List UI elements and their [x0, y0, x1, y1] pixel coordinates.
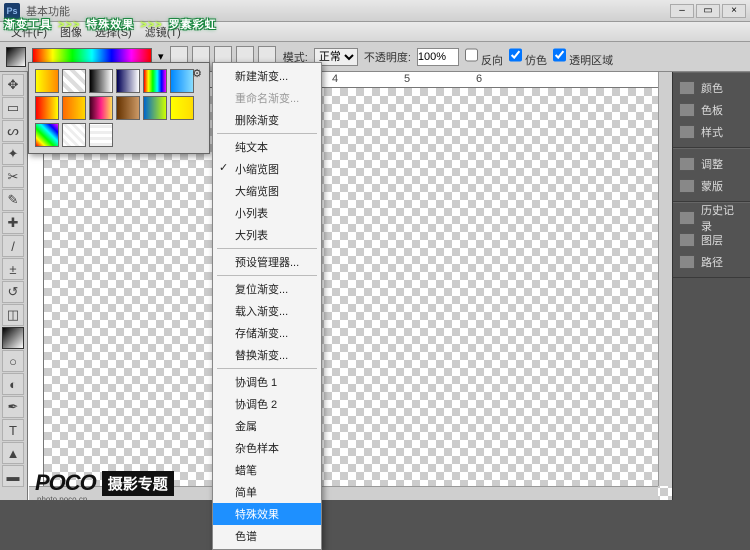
poco-logo: POCO: [35, 470, 96, 496]
gradient-swatch[interactable]: [116, 69, 140, 93]
blur-tool[interactable]: ○: [2, 350, 24, 372]
gradient-swatch[interactable]: [62, 96, 86, 120]
move-tool[interactable]: ✥: [2, 74, 24, 96]
gradient-swatch[interactable]: [170, 96, 194, 120]
gradient-swatch[interactable]: [143, 96, 167, 120]
eyedropper-tool[interactable]: ✎: [2, 189, 24, 211]
lasso-tool[interactable]: ᔕ: [2, 120, 24, 142]
type-tool[interactable]: T: [2, 419, 24, 441]
reverse-checkbox[interactable]: 反向: [465, 46, 503, 68]
gradient-swatch[interactable]: [143, 69, 167, 93]
menu-item: 重命名渐变...: [213, 87, 321, 109]
gradient-picker-panel: ⚙: [28, 62, 210, 154]
menu-item[interactable]: 色谱: [213, 525, 321, 547]
transparency-checkbox[interactable]: 透明区域: [553, 46, 613, 68]
menu-item[interactable]: 复位渐变...: [213, 278, 321, 300]
panel-masks[interactable]: 蒙版: [673, 175, 750, 197]
brush-tool[interactable]: /: [2, 235, 24, 257]
panel-color[interactable]: 颜色: [673, 77, 750, 99]
dodge-tool[interactable]: ◐: [2, 373, 24, 395]
gradient-swatch[interactable]: [35, 69, 59, 93]
window-max-button[interactable]: ▭: [696, 4, 720, 18]
gear-icon[interactable]: ⚙: [189, 67, 205, 83]
active-tool-indicator: [6, 47, 26, 67]
path-select-tool[interactable]: ▲: [2, 442, 24, 464]
gradient-tool[interactable]: [2, 327, 24, 349]
shape-tool[interactable]: ▬: [2, 465, 24, 487]
gradient-flyout-menu: 新建渐变...重命名渐变...删除渐变纯文本小缩览图大缩览图小列表大列表预设管理…: [212, 62, 322, 550]
tutorial-breadcrumb: 渐变工具>>>特殊效果>>>罗素彩虹: [4, 4, 217, 35]
menu-item[interactable]: 小缩览图: [213, 158, 321, 180]
menu-separator: [217, 248, 317, 249]
layers-icon: [679, 233, 695, 247]
menu-item[interactable]: 替换渐变...: [213, 344, 321, 366]
scrollbar-vertical[interactable]: [658, 72, 672, 486]
gradient-swatch[interactable]: [62, 69, 86, 93]
gradient-swatch[interactable]: [35, 96, 59, 120]
gradient-swatch[interactable]: [89, 123, 113, 147]
gradient-swatch[interactable]: [89, 69, 113, 93]
menu-item[interactable]: 大列表: [213, 224, 321, 246]
gradient-swatch[interactable]: [89, 96, 113, 120]
panel-styles[interactable]: 样式: [673, 121, 750, 143]
styles-icon: [679, 125, 695, 139]
menu-item[interactable]: 删除渐变: [213, 109, 321, 131]
crop-tool[interactable]: ✂: [2, 166, 24, 188]
adjust-icon: [679, 157, 695, 171]
panel-paths[interactable]: 路径: [673, 251, 750, 273]
history-brush-tool[interactable]: ↺: [2, 281, 24, 303]
menu-separator: [217, 133, 317, 134]
poco-cn-label: 摄影专题: [102, 471, 174, 496]
gradient-swatch-grid: [29, 63, 209, 153]
menu-separator: [217, 368, 317, 369]
eraser-tool[interactable]: ◫: [2, 304, 24, 326]
palette-icon: [679, 81, 695, 95]
menu-separator: [217, 275, 317, 276]
watermark: POCO 摄影专题 photo.poco.cn: [35, 470, 174, 496]
window-min-button[interactable]: –: [670, 4, 694, 18]
opacity-input[interactable]: [417, 48, 459, 66]
menu-item[interactable]: 预设管理器...: [213, 251, 321, 273]
menu-item[interactable]: 新建渐变...: [213, 65, 321, 87]
menu-item[interactable]: 协调色 2: [213, 393, 321, 415]
menu-item[interactable]: 杂色样本: [213, 437, 321, 459]
gradient-swatch[interactable]: [35, 123, 59, 147]
stamp-tool[interactable]: ±: [2, 258, 24, 280]
menu-item[interactable]: 协调色 1: [213, 371, 321, 393]
menu-item[interactable]: 大缩览图: [213, 180, 321, 202]
menu-item[interactable]: 载入渐变...: [213, 300, 321, 322]
panel-swatches[interactable]: 色板: [673, 99, 750, 121]
panel-history[interactable]: 历史记录: [673, 207, 750, 229]
history-icon: [679, 211, 695, 225]
paths-icon: [679, 255, 695, 269]
menu-item[interactable]: 特殊效果: [213, 503, 321, 525]
menu-item[interactable]: 存储渐变...: [213, 322, 321, 344]
marquee-tool[interactable]: ▭: [2, 97, 24, 119]
gradient-swatch[interactable]: [116, 96, 140, 120]
healing-tool[interactable]: ✚: [2, 212, 24, 234]
menu-item[interactable]: 蜡笔: [213, 459, 321, 481]
menu-item[interactable]: 金属: [213, 415, 321, 437]
menu-item[interactable]: 纯文本: [213, 136, 321, 158]
toolbox: ✥ ▭ ᔕ ✦ ✂ ✎ ✚ / ± ↺ ◫ ○ ◐ ✒ T ▲ ▬: [0, 72, 28, 500]
mask-icon: [679, 179, 695, 193]
panel-dock: 颜色 色板 样式 调整 蒙版 历史记录 图层 路径: [672, 72, 750, 500]
dither-checkbox[interactable]: 仿色: [509, 46, 547, 68]
gradient-swatch[interactable]: [62, 123, 86, 147]
swatch-icon: [679, 103, 695, 117]
opacity-label: 不透明度:: [364, 49, 411, 65]
window-close-button[interactable]: ×: [722, 4, 746, 18]
pen-tool[interactable]: ✒: [2, 396, 24, 418]
wand-tool[interactable]: ✦: [2, 143, 24, 165]
menu-item[interactable]: 小列表: [213, 202, 321, 224]
panel-adjust[interactable]: 调整: [673, 153, 750, 175]
